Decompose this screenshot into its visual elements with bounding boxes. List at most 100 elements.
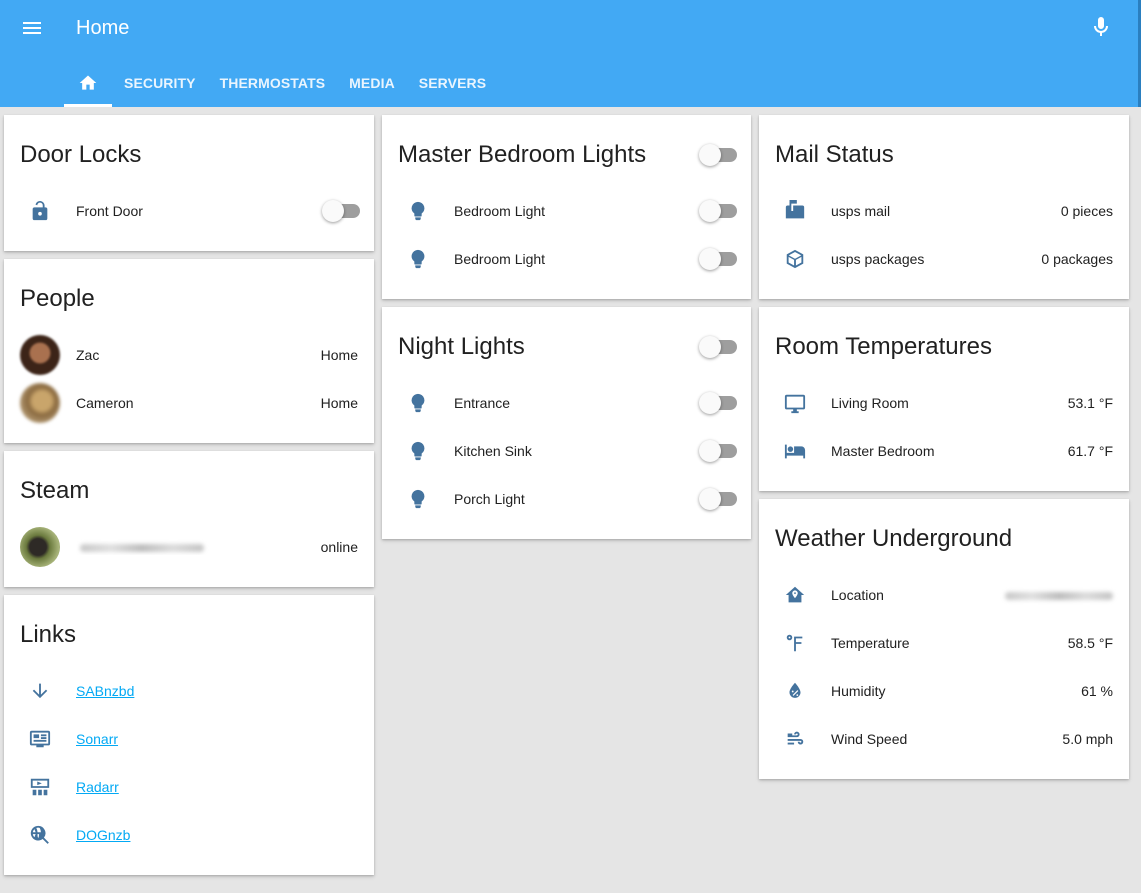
card-title: Night Lights [398, 333, 525, 360]
entity-label: Front Door [76, 203, 143, 219]
avatar [20, 527, 60, 567]
card-title: Door Locks [20, 141, 142, 168]
card-title: Weather Underground [775, 525, 1013, 552]
menu-icon[interactable] [20, 16, 44, 40]
lock-row-front-door[interactable]: Front Door [20, 191, 360, 231]
card-title: Master Bedroom Lights [398, 141, 647, 168]
view-tabs: SECURITY THERMOSTATS MEDIA SERVERS [64, 58, 498, 107]
fahrenheit-icon [775, 623, 815, 663]
person-row-cameron[interactable]: Cameron Home [20, 383, 358, 423]
master-bedroom-lights-card: Master Bedroom Lights Bedroom Light Bedr… [382, 115, 751, 299]
tab-thermostats[interactable]: THERMOSTATS [208, 58, 338, 107]
group-toggle[interactable] [699, 144, 737, 166]
lightbulb-icon [398, 431, 438, 471]
card-title: Links [20, 621, 77, 648]
sabnzbd-link[interactable]: SABnzbd [76, 683, 134, 699]
light-row[interactable]: Bedroom Light [398, 191, 737, 231]
link-row-dognzb[interactable]: DOGnzb [20, 815, 358, 855]
radarr-link[interactable]: Radarr [76, 779, 119, 795]
microphone-icon[interactable] [1089, 15, 1113, 39]
light-toggle[interactable] [699, 440, 737, 462]
entity-value: 0 pieces [1060, 203, 1113, 219]
sensor-row-location[interactable]: Location [775, 575, 1113, 615]
sonarr-link[interactable]: Sonarr [76, 731, 118, 747]
entity-label: Temperature [831, 635, 910, 651]
light-toggle[interactable] [699, 488, 737, 510]
door-locks-card: Door Locks Front Door [4, 115, 374, 251]
sensor-row-wind-speed[interactable]: Wind Speed 5.0 mph [775, 719, 1113, 759]
entity-label: Wind Speed [831, 731, 908, 747]
person-state: Home [320, 395, 358, 411]
sensor-row-usps-mail[interactable]: usps mail 0 pieces [775, 191, 1113, 231]
theater-icon [20, 767, 60, 807]
tab-media[interactable]: MEDIA [337, 58, 407, 107]
night-lights-card: Night Lights Entrance Kitchen Sink Porch… [382, 307, 751, 539]
entity-label: Kitchen Sink [454, 443, 532, 459]
dognzb-link[interactable]: DOGnzb [76, 827, 130, 843]
package-icon [775, 239, 815, 279]
link-row-sonarr[interactable]: Sonarr [20, 719, 358, 759]
person-row-zac[interactable]: Zac Home [20, 335, 358, 375]
tab-security[interactable]: SECURITY [112, 58, 208, 107]
light-row[interactable]: Entrance [398, 383, 737, 423]
steam-user-row[interactable]: online [20, 527, 358, 567]
room-temperatures-card: Room Temperatures Living Room 53.1 °F Ma… [759, 307, 1129, 491]
steam-card: Steam online [4, 451, 374, 587]
steam-state: online [320, 539, 358, 555]
lightbulb-icon [398, 191, 438, 231]
links-card: Links SABnzbd Sonarr Radarr DOGnzb [4, 595, 374, 875]
light-row[interactable]: Porch Light [398, 479, 737, 519]
entity-label: Location [831, 587, 884, 603]
entity-value: 5.0 mph [1062, 731, 1113, 747]
weather-underground-card: Weather Underground Location Temperature… [759, 499, 1129, 779]
avatar [20, 335, 60, 375]
app-header: Home SECURITY THERMOSTATS MEDIA SERVERS [0, 0, 1141, 107]
lightbulb-icon [398, 383, 438, 423]
people-card: People Zac Home Cameron Home [4, 259, 374, 443]
entity-label: Master Bedroom [831, 443, 935, 459]
monitor-icon [775, 383, 815, 423]
sensor-row-usps-packages[interactable]: usps packages 0 packages [775, 239, 1113, 279]
entity-value: 0 packages [1041, 251, 1113, 267]
light-row[interactable]: Bedroom Light [398, 239, 737, 279]
light-row[interactable]: Kitchen Sink [398, 431, 737, 471]
water-percent-icon [775, 671, 815, 711]
mailbox-icon [775, 191, 815, 231]
link-row-sabnzbd[interactable]: SABnzbd [20, 671, 358, 711]
lightbulb-icon [398, 479, 438, 519]
mail-status-card: Mail Status usps mail 0 pieces usps pack… [759, 115, 1129, 299]
entity-value: 58.5 °F [1067, 635, 1113, 651]
entity-label: Porch Light [454, 491, 525, 507]
front-door-toggle[interactable] [322, 200, 360, 222]
entity-label: Living Room [831, 395, 909, 411]
card-title: People [20, 285, 95, 312]
lock-open-icon [20, 191, 60, 231]
sensor-row-humidity[interactable]: Humidity 61 % [775, 671, 1113, 711]
sensor-row-master-bedroom[interactable]: Master Bedroom 61.7 °F [775, 431, 1113, 471]
entity-value: 61.7 °F [1067, 443, 1113, 459]
page-title: Home [76, 17, 130, 39]
sensor-row-temperature[interactable]: Temperature 58.5 °F [775, 623, 1113, 663]
tab-home[interactable] [64, 58, 112, 107]
light-toggle[interactable] [699, 200, 737, 222]
card-title: Room Temperatures [775, 333, 992, 360]
entity-label: usps packages [831, 251, 925, 267]
entity-label: Bedroom Light [454, 203, 546, 219]
card-title: Mail Status [775, 141, 894, 168]
link-row-radarr[interactable]: Radarr [20, 767, 358, 807]
entity-label: Bedroom Light [454, 251, 546, 267]
sensor-row-living-room[interactable]: Living Room 53.1 °F [775, 383, 1113, 423]
entity-label: Entrance [454, 395, 511, 411]
entity-value: 61 % [1081, 683, 1113, 699]
light-toggle[interactable] [699, 248, 737, 270]
weather-windy-icon [775, 719, 815, 759]
tab-servers[interactable]: SERVERS [407, 58, 498, 107]
entity-label: usps mail [831, 203, 891, 219]
light-toggle[interactable] [699, 392, 737, 414]
tv-guide-icon [20, 719, 60, 759]
arrow-down-icon [20, 671, 60, 711]
group-toggle[interactable] [699, 336, 737, 358]
person-name: Cameron [76, 395, 134, 411]
card-title: Steam [20, 477, 90, 504]
web-search-icon [20, 815, 60, 855]
